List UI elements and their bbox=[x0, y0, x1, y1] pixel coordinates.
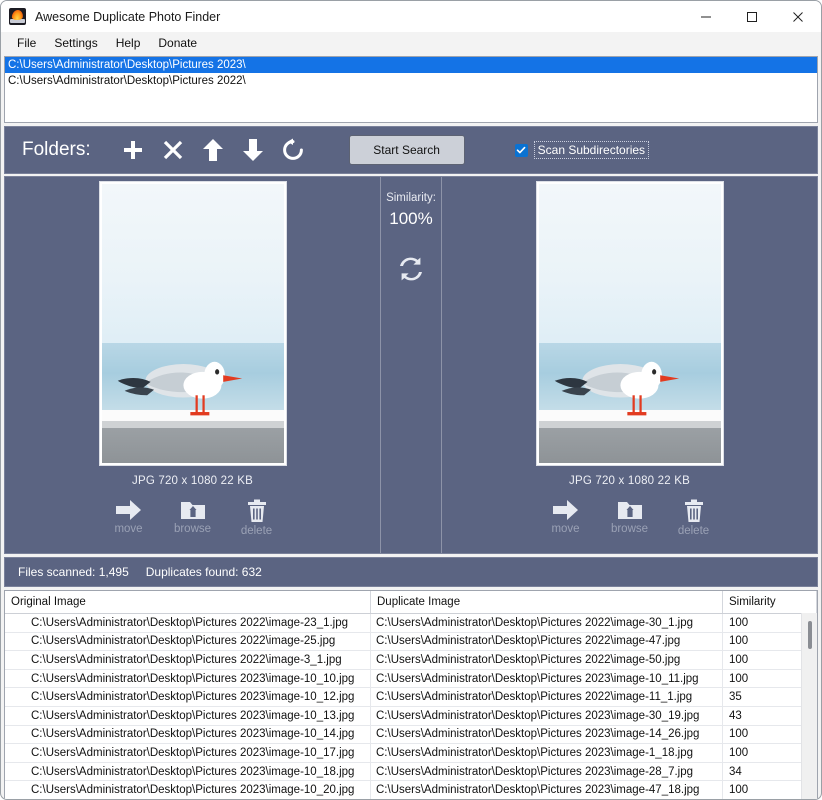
cell-original: C:\Users\Administrator\Desktop\Pictures … bbox=[5, 688, 371, 706]
similarity-label: Similarity: bbox=[386, 192, 436, 204]
table-row[interactable]: C:\Users\Administrator\Desktop\Pictures … bbox=[5, 688, 817, 707]
cross-icon[interactable] bbox=[153, 133, 193, 167]
window-title: Awesome Duplicate Photo Finder bbox=[35, 10, 220, 24]
cell-original: C:\Users\Administrator\Desktop\Pictures … bbox=[5, 633, 371, 651]
browse-button[interactable]: browse bbox=[608, 499, 652, 537]
cell-duplicate: C:\Users\Administrator\Desktop\Pictures … bbox=[371, 763, 723, 781]
move-button[interactable]: move bbox=[107, 499, 151, 537]
table-row[interactable]: C:\Users\Administrator\Desktop\Pictures … bbox=[5, 763, 817, 782]
original-image-actions: move browse bbox=[107, 499, 279, 537]
table-row[interactable]: C:\Users\Administrator\Desktop\Pictures … bbox=[5, 651, 817, 670]
duplicate-image-actions: move browse bbox=[544, 499, 716, 537]
table-row[interactable]: C:\Users\Administrator\Desktop\Pictures … bbox=[5, 707, 817, 726]
original-image-pane: JPG 720 x 1080 22 KB move browse bbox=[5, 177, 381, 553]
browse-label: browse bbox=[174, 523, 211, 535]
move-button[interactable]: move bbox=[544, 499, 588, 537]
results-table: Original Image Duplicate Image Similarit… bbox=[4, 590, 818, 799]
cell-original: C:\Users\Administrator\Desktop\Pictures … bbox=[5, 726, 371, 744]
folder-list-item[interactable]: C:\Users\Administrator\Desktop\Pictures … bbox=[5, 73, 817, 89]
cell-duplicate: C:\Users\Administrator\Desktop\Pictures … bbox=[371, 651, 723, 669]
cell-original: C:\Users\Administrator\Desktop\Pictures … bbox=[5, 670, 371, 688]
table-row[interactable]: C:\Users\Administrator\Desktop\Pictures … bbox=[5, 726, 817, 745]
move-label: move bbox=[114, 523, 142, 535]
duplicate-image-thumbnail[interactable] bbox=[536, 181, 724, 466]
delete-label: delete bbox=[241, 525, 272, 537]
refresh-icon[interactable] bbox=[273, 133, 313, 167]
cell-original: C:\Users\Administrator\Desktop\Pictures … bbox=[5, 707, 371, 725]
cell-duplicate: C:\Users\Administrator\Desktop\Pictures … bbox=[371, 688, 723, 706]
close-icon[interactable] bbox=[775, 1, 821, 32]
cell-original: C:\Users\Administrator\Desktop\Pictures … bbox=[5, 651, 371, 669]
original-image-thumbnail[interactable] bbox=[99, 181, 287, 466]
seagull-photo bbox=[553, 354, 691, 421]
original-image-meta: JPG 720 x 1080 22 KB bbox=[132, 475, 253, 487]
scan-subdirectories-checkbox[interactable] bbox=[515, 144, 528, 157]
cell-duplicate: C:\Users\Administrator\Desktop\Pictures … bbox=[371, 726, 723, 744]
minimize-icon[interactable] bbox=[683, 1, 729, 32]
arrow-down-icon[interactable] bbox=[233, 133, 273, 167]
folder-list[interactable]: C:\Users\Administrator\Desktop\Pictures … bbox=[4, 56, 818, 123]
start-search-button[interactable]: Start Search bbox=[349, 135, 465, 165]
folder-list-item[interactable]: C:\Users\Administrator\Desktop\Pictures … bbox=[5, 57, 817, 73]
flame-icon bbox=[9, 8, 26, 25]
menu-item-donate[interactable]: Donate bbox=[149, 34, 206, 53]
cell-duplicate: C:\Users\Administrator\Desktop\Pictures … bbox=[371, 633, 723, 651]
column-header-similarity[interactable]: Similarity bbox=[723, 591, 817, 613]
seagull-photo bbox=[116, 354, 254, 421]
swap-icon[interactable] bbox=[398, 256, 424, 282]
similarity-column: Similarity: 100% bbox=[381, 177, 441, 553]
status-bar: Files scanned: 1,495 Duplicates found: 6… bbox=[4, 557, 818, 587]
delete-button[interactable]: delete bbox=[235, 499, 279, 537]
menu-item-file[interactable]: File bbox=[8, 34, 45, 53]
cell-duplicate: C:\Users\Administrator\Desktop\Pictures … bbox=[371, 670, 723, 688]
column-header-duplicate-image[interactable]: Duplicate Image bbox=[371, 591, 723, 613]
scan-subdirectories-control[interactable]: Scan Subdirectories bbox=[515, 141, 649, 159]
maximize-icon[interactable] bbox=[729, 1, 775, 32]
menu-item-help[interactable]: Help bbox=[107, 34, 150, 53]
folders-label: Folders: bbox=[22, 139, 91, 161]
cell-duplicate: C:\Users\Administrator\Desktop\Pictures … bbox=[371, 781, 723, 799]
table-header-row: Original Image Duplicate Image Similarit… bbox=[5, 591, 817, 614]
app-window: Awesome Duplicate Photo Finder File Sett… bbox=[0, 0, 822, 800]
scan-subdirectories-label: Scan Subdirectories bbox=[534, 141, 649, 159]
duplicate-image-meta: JPG 720 x 1080 22 KB bbox=[569, 475, 690, 487]
duplicate-image-pane: JPG 720 x 1080 22 KB move browse bbox=[441, 177, 817, 553]
table-row[interactable]: C:\Users\Administrator\Desktop\Pictures … bbox=[5, 614, 817, 633]
cell-original: C:\Users\Administrator\Desktop\Pictures … bbox=[5, 781, 371, 799]
browse-label: browse bbox=[611, 523, 648, 535]
move-label: move bbox=[551, 523, 579, 535]
plus-icon[interactable] bbox=[113, 133, 153, 167]
table-row[interactable]: C:\Users\Administrator\Desktop\Pictures … bbox=[5, 670, 817, 689]
duplicates-found-text: Duplicates found: 632 bbox=[146, 565, 262, 579]
table-row[interactable]: C:\Users\Administrator\Desktop\Pictures … bbox=[5, 781, 817, 799]
delete-button[interactable]: delete bbox=[672, 499, 716, 537]
cell-original: C:\Users\Administrator\Desktop\Pictures … bbox=[5, 763, 371, 781]
results-scrollbar-thumb[interactable] bbox=[808, 621, 812, 649]
column-header-original-image[interactable]: Original Image bbox=[5, 591, 371, 613]
table-body: C:\Users\Administrator\Desktop\Pictures … bbox=[5, 614, 817, 799]
title-bar: Awesome Duplicate Photo Finder bbox=[1, 1, 821, 32]
window-controls bbox=[683, 1, 821, 32]
cell-duplicate: C:\Users\Administrator\Desktop\Pictures … bbox=[371, 614, 723, 632]
files-scanned-text: Files scanned: 1,495 bbox=[18, 565, 129, 579]
table-row[interactable]: C:\Users\Administrator\Desktop\Pictures … bbox=[5, 633, 817, 652]
results-scrollbar[interactable] bbox=[801, 613, 817, 799]
folders-toolbar: Folders: Start Searc bbox=[4, 126, 818, 174]
table-row[interactable]: C:\Users\Administrator\Desktop\Pictures … bbox=[5, 744, 817, 763]
browse-button[interactable]: browse bbox=[171, 499, 215, 537]
menu-bar: File Settings Help Donate bbox=[1, 32, 821, 54]
cell-original: C:\Users\Administrator\Desktop\Pictures … bbox=[5, 614, 371, 632]
cell-duplicate: C:\Users\Administrator\Desktop\Pictures … bbox=[371, 707, 723, 725]
delete-label: delete bbox=[678, 525, 709, 537]
menu-item-settings[interactable]: Settings bbox=[45, 34, 106, 53]
similarity-value: 100% bbox=[389, 209, 432, 229]
cell-original: C:\Users\Administrator\Desktop\Pictures … bbox=[5, 744, 371, 762]
compare-panel: JPG 720 x 1080 22 KB move browse bbox=[4, 176, 818, 554]
arrow-up-icon[interactable] bbox=[193, 133, 233, 167]
cell-duplicate: C:\Users\Administrator\Desktop\Pictures … bbox=[371, 744, 723, 762]
